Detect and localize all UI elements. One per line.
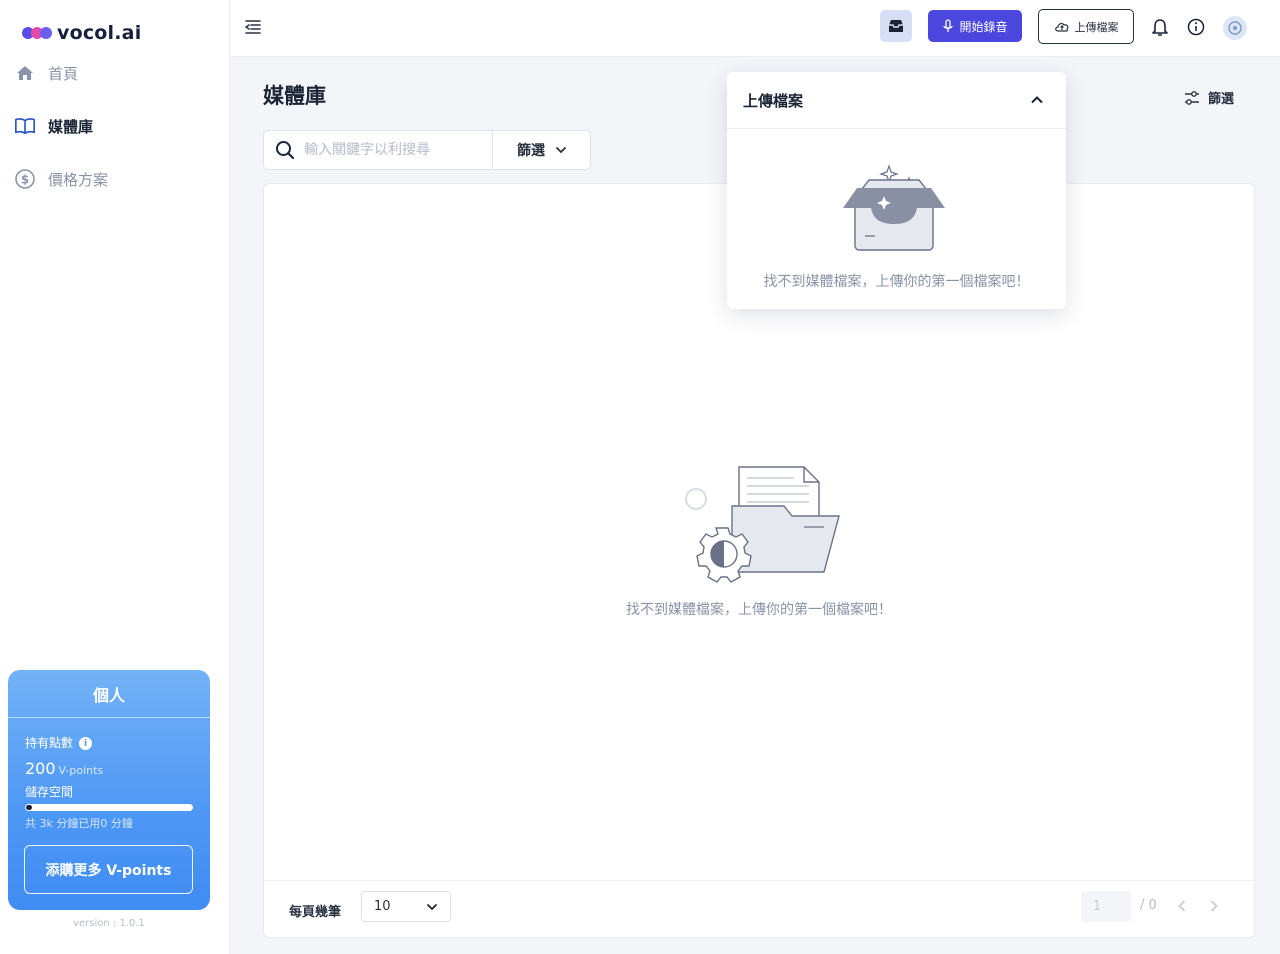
upload-popover: 上傳檔案 找不到媒體檔案，上傳你的第一個檔案吧！ [727,72,1066,309]
sliders-icon [1185,90,1199,105]
sidebar-item-pricing[interactable]: $ 價格方案 [14,168,108,190]
points-label-row: 持有點數 i [25,734,93,751]
next-page-icon[interactable] [1203,895,1225,917]
popover-header: 上傳檔案 [727,72,1066,129]
points-unit: V-points [58,764,104,777]
sidebar-item-home[interactable]: 首頁 [14,62,78,84]
chevron-down-icon [555,146,567,154]
sidebar-item-label: 價格方案 [48,170,109,189]
inbox-button[interactable] [880,10,912,42]
points-label: 持有點數 [25,736,74,750]
search-filter-label: 篩選 [517,143,545,159]
start-recording-label: 開始錄音 [959,19,1008,34]
storage-progress-bar [25,804,193,811]
per-page-label: 每頁幾筆 [289,905,342,920]
dollar-icon: $ [14,168,36,190]
avatar[interactable] [1223,16,1247,40]
per-page-value: 10 [374,899,391,914]
home-icon [14,62,36,84]
book-icon [14,115,36,137]
bell-icon[interactable] [1149,16,1171,38]
inbox-icon [889,20,903,32]
plan-title: 個人 [8,670,210,718]
pagination-bar: 每頁幾筆 10 / 0 [264,880,1254,938]
empty-inbox-illustration [843,164,945,251]
chevron-down-icon [426,903,438,910]
microphone-icon [943,19,954,32]
logo-text: vocol.ai [57,22,142,44]
popover-empty-text: 找不到媒體檔案，上傳你的第一個檔案吧！ [763,274,1030,290]
chevron-up-icon[interactable] [1026,89,1048,111]
search-filter-dropdown[interactable]: 篩選 [492,131,591,169]
page-title: 媒體庫 [263,84,326,108]
empty-state-text: 找不到媒體檔案，上傳你的第一個檔案吧！ [626,602,892,618]
buy-vpoints-button[interactable]: 添購更多 V-points [24,845,193,894]
popover-title: 上傳檔案 [743,91,804,110]
per-page-select[interactable]: 10 [361,891,451,922]
upload-file-button[interactable]: 上傳檔案 [1038,9,1134,44]
cloud-upload-icon [1054,22,1068,32]
page-total: / 0 [1140,898,1157,913]
info-circle-icon[interactable] [1185,16,1207,38]
filter-label: 篩選 [1208,92,1235,107]
points-row: 200 V-points [25,759,103,778]
start-recording-button[interactable]: 開始錄音 [928,10,1022,42]
logo-icon [22,27,52,39]
sidebar: vocol.ai 首頁 媒體庫 $ 價格方案 個人 持有點數 i 200 V-poi… [0,0,230,954]
version-text: version : 1.0.1 [73,918,145,929]
prev-page-icon[interactable] [1171,895,1193,917]
points-value: 200 [25,759,56,778]
logo[interactable]: vocol.ai [22,22,141,44]
page-number-input[interactable] [1081,891,1131,922]
sidebar-item-media-library[interactable]: 媒體庫 [14,115,93,137]
search-icon [276,141,295,160]
storage-label: 儲存空間 [25,785,74,799]
storage-usage-text: 共 3k 分鐘已用0 分鐘 [25,817,133,830]
plan-card: 個人 持有點數 i 200 V-points 儲存空間 共 3k 分鐘已用0 分鐘 … [8,670,210,910]
info-icon[interactable]: i [79,737,93,750]
sidebar-item-label: 首頁 [48,64,79,83]
svg-text:$: $ [21,173,29,187]
collapse-menu-icon[interactable] [243,17,265,39]
filter-button[interactable]: 篩選 [1183,88,1234,107]
search-box: 篩選 [263,130,591,170]
top-header: 開始錄音 上傳檔案 [231,0,1280,57]
search-input[interactable] [304,142,484,158]
sidebar-item-label: 媒體庫 [48,117,94,136]
empty-folder-illustration [685,466,840,583]
upload-file-label: 上傳檔案 [1074,20,1119,34]
storage-progress-fill [26,805,32,810]
